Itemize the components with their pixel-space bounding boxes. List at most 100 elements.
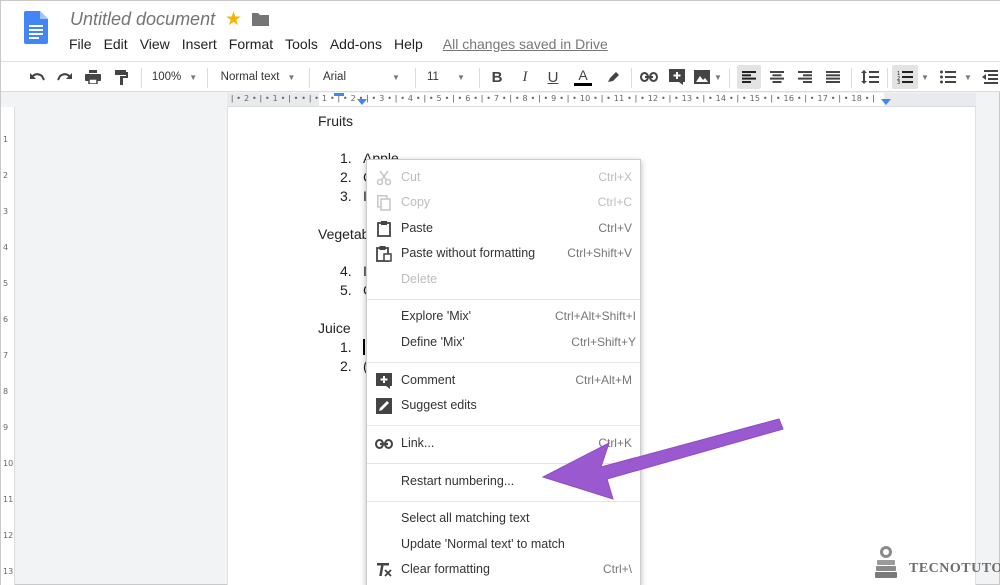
menu-item-comment[interactable]: Comment Ctrl+Alt+M (367, 369, 640, 393)
ruler-number: 5 (3, 279, 9, 288)
zoom-select[interactable]: 100% ▼ (147, 65, 202, 89)
numbered-list-icon[interactable]: 123 (892, 65, 918, 89)
chevron-down-icon[interactable]: ▼ (919, 65, 931, 89)
saved-status-link[interactable]: All changes saved in Drive (437, 34, 614, 54)
menu-item-label: Paste without formatting (401, 246, 536, 260)
clear-format-icon (375, 562, 393, 578)
menu-item-define[interactable]: Define 'Mix' Ctrl+Shift+Y (367, 331, 640, 355)
list-number: 1. (340, 339, 352, 355)
chevron-down-icon: ▼ (392, 72, 400, 82)
redo-icon[interactable] (53, 65, 77, 89)
menu-divider (367, 362, 640, 363)
copy-icon (375, 195, 393, 211)
add-comment-icon[interactable] (665, 65, 689, 89)
list-number: 3. (340, 188, 352, 204)
menu-item-paste[interactable]: Paste Ctrl+V (367, 217, 640, 241)
menu-add-ons[interactable]: Add-ons (324, 34, 388, 54)
print-icon[interactable] (81, 65, 105, 89)
menu-item-update-normal-text[interactable]: Update 'Normal text' to match (367, 533, 640, 557)
menu-view[interactable]: View (134, 34, 176, 54)
clipboard-icon (375, 221, 393, 237)
font-size-value: 11 (427, 71, 439, 83)
list-number: 4. (340, 263, 352, 279)
heading-fruits[interactable]: Fruits (318, 113, 353, 129)
menu-item-copy[interactable]: Copy Ctrl+C (367, 191, 640, 215)
shortcut-label: Ctrl+Alt+Shift+I (554, 309, 636, 323)
line-spacing-icon[interactable] (857, 65, 883, 89)
ruler-number: 4 (3, 243, 9, 252)
bold-icon[interactable]: B (485, 65, 509, 89)
left-indent-marker[interactable] (357, 99, 367, 105)
italic-icon[interactable]: I (513, 65, 537, 89)
heading-juice[interactable]: Juice (318, 320, 351, 336)
shortcut-label: Ctrl+C (597, 195, 632, 209)
first-line-indent-marker[interactable] (334, 93, 344, 99)
decrease-indent-icon[interactable] (979, 65, 1000, 89)
ruler-number: 8 (3, 387, 9, 396)
paint-format-icon[interactable] (109, 65, 133, 89)
align-center-icon[interactable] (765, 65, 789, 89)
list-number: 2. (340, 358, 352, 374)
context-menu: Cut Ctrl+X Copy Ctrl+C Paste Ctrl+V Past… (366, 159, 641, 585)
scissors-icon (375, 170, 393, 186)
paragraph-style-select[interactable]: Normal text ▼ (213, 65, 303, 89)
text-color-icon[interactable]: A (571, 65, 595, 89)
menu-tools[interactable]: Tools (279, 34, 324, 54)
menu-divider (367, 299, 640, 300)
menu-format[interactable]: Format (223, 34, 279, 54)
bulleted-list-icon[interactable] (935, 65, 961, 89)
document-title[interactable]: Untitled document (70, 9, 215, 30)
menu-item-label: Suggest edits (401, 398, 477, 412)
menu-item-label: Clear formatting (401, 562, 490, 576)
suggest-edit-icon (375, 398, 393, 414)
menu-item-select-all-matching[interactable]: Select all matching text (367, 507, 640, 531)
star-icon[interactable]: ★ (225, 8, 242, 31)
menu-item-clear-formatting[interactable]: Clear formatting Ctrl+\ (367, 558, 640, 582)
menu-bar: File Edit View Insert Format Tools Add-o… (63, 34, 614, 54)
link-icon (375, 436, 393, 452)
text-cursor (363, 339, 365, 355)
shortcut-label: Ctrl+\ (602, 562, 632, 576)
align-right-icon[interactable] (793, 65, 817, 89)
heading-vegetables[interactable]: Vegetab (318, 226, 369, 242)
chevron-down-icon[interactable]: ▼ (962, 65, 974, 89)
chevron-down-icon: ▼ (287, 72, 296, 82)
google-docs-logo-icon[interactable] (24, 11, 48, 44)
menu-help[interactable]: Help (388, 34, 429, 54)
font-size-select[interactable]: 11 ▼ (423, 65, 475, 89)
menu-item-cut[interactable]: Cut Ctrl+X (367, 166, 640, 190)
shortcut-label: Ctrl+Shift+Y (571, 335, 636, 349)
vertical-ruler[interactable]: 1 2 3 4 5 6 7 8 9 10 11 12 13 (1, 107, 15, 585)
chevron-down-icon: ▼ (456, 72, 465, 82)
menu-insert[interactable]: Insert (176, 34, 223, 54)
ruler-number: 13 (3, 567, 14, 576)
menu-item-label: Comment (401, 373, 456, 387)
shortcut-label: Ctrl+Alt+M (575, 373, 632, 387)
menu-item-label: Copy (401, 195, 431, 209)
font-select[interactable]: Arial ▼ (317, 65, 411, 89)
shortcut-label: Ctrl+V (598, 221, 632, 235)
menu-item-delete[interactable]: Delete (367, 268, 640, 292)
highlight-icon[interactable] (601, 65, 625, 89)
ruler-number: 1 (3, 135, 9, 144)
svg-text:3: 3 (897, 80, 900, 84)
menu-item-label: Select all matching text (401, 511, 530, 525)
add-comment-icon (375, 373, 393, 389)
menu-item-explore[interactable]: Explore 'Mix' Ctrl+Alt+Shift+I (367, 305, 640, 329)
insert-image-icon[interactable]: ▼ (693, 65, 723, 89)
underline-icon[interactable]: U (541, 65, 565, 89)
folder-icon[interactable] (252, 12, 269, 26)
link-icon[interactable] (637, 65, 661, 89)
menu-edit[interactable]: Edit (98, 34, 134, 54)
right-indent-marker[interactable] (881, 99, 891, 105)
align-left-icon[interactable] (737, 65, 761, 89)
menu-file[interactable]: File (63, 34, 98, 54)
menu-item-label: Link... (401, 436, 435, 450)
menu-item-label: Restart numbering... (401, 474, 515, 488)
menu-item-paste-without-formatting[interactable]: Paste without formatting Ctrl+Shift+V (367, 242, 640, 266)
undo-icon[interactable] (25, 65, 49, 89)
align-justify-icon[interactable] (821, 65, 845, 89)
chevron-down-icon: ▼ (189, 72, 198, 82)
menu-item-label: Define 'Mix' (401, 335, 465, 349)
shortcut-label: Ctrl+Shift+V (567, 246, 632, 260)
